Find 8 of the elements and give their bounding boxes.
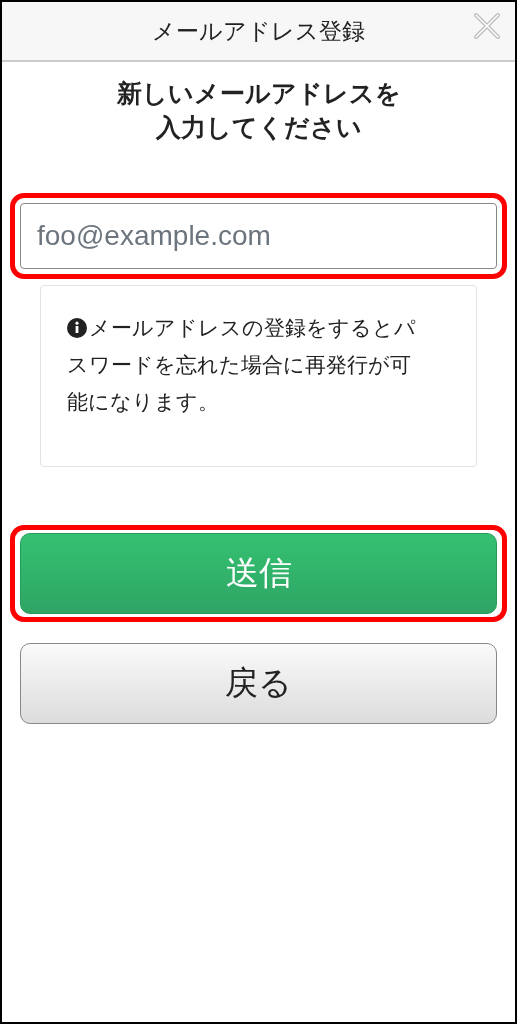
back-button[interactable]: 戻る — [20, 643, 497, 724]
notice-text: メールアドレスの登録をするとパスワードを忘れた場合に再発行が可能になります。 — [67, 315, 417, 416]
window-title: メールアドレス登録 — [152, 16, 365, 46]
email-field[interactable]: foo@example.com — [20, 203, 497, 269]
info-icon — [67, 318, 87, 338]
heading-text: 新しいメールアドレスを — [116, 78, 401, 110]
heading-text: 入力してください — [155, 112, 362, 144]
close-button[interactable] — [473, 12, 501, 40]
